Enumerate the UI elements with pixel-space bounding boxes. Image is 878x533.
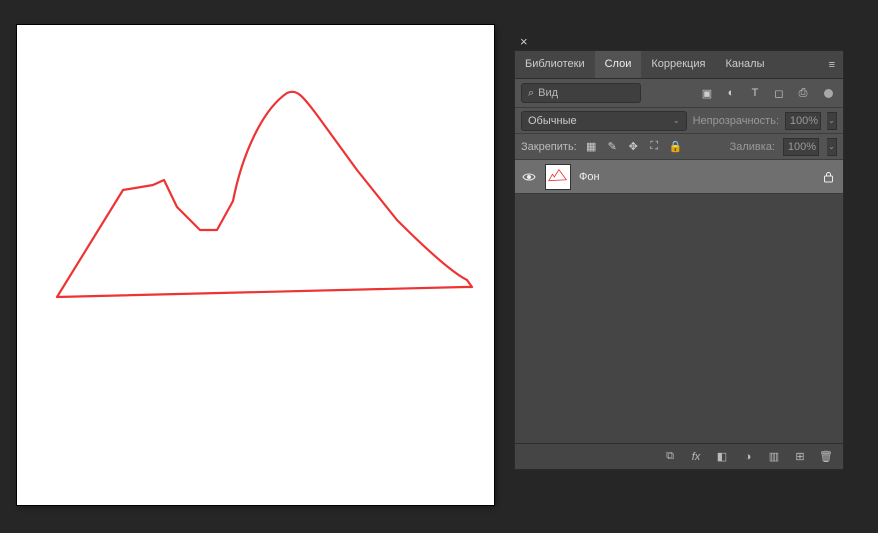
layers-panel: × Библиотеки Слои Коррекция Каналы ≡ ⌕ В… <box>514 50 844 470</box>
filter-toggle[interactable] <box>824 89 833 98</box>
panel-tabs: Библиотеки Слои Коррекция Каналы ≡ <box>515 51 843 79</box>
blend-mode-value: Обычные <box>528 115 577 127</box>
blend-mode-dropdown[interactable]: Обычные ⌄ <box>521 111 687 131</box>
opacity-value[interactable]: 100% <box>785 112 821 130</box>
layers-bottom-bar: ⧉ fx ◧ ◑ ▥ ⊞ 🗑 <box>515 443 843 469</box>
layer-thumbnail[interactable] <box>545 164 571 190</box>
filter-row: ⌕ Вид ▣ ◐ T ◻ ⎙ <box>515 79 843 108</box>
lock-label: Закрепить: <box>521 141 577 153</box>
trash-icon[interactable]: 🗑 <box>819 450 833 463</box>
filter-smart-icon[interactable]: ⎙ <box>796 87 810 100</box>
lock-icon[interactable] <box>823 171 837 183</box>
fx-icon[interactable]: fx <box>689 451 703 463</box>
document-canvas[interactable] <box>17 25 494 505</box>
filter-image-icon[interactable]: ▣ <box>700 87 714 100</box>
layer-name[interactable]: Фон <box>579 171 815 183</box>
filter-text-icon[interactable]: T <box>748 87 762 99</box>
lock-brush-icon[interactable]: ✎ <box>606 140 619 153</box>
eye-icon[interactable] <box>521 172 537 182</box>
canvas-drawing <box>17 25 494 505</box>
tab-libraries[interactable]: Библиотеки <box>515 51 595 78</box>
filter-kind-label: Вид <box>538 87 558 99</box>
group-icon[interactable]: ▥ <box>767 450 781 463</box>
filter-icons: ▣ ◐ T ◻ ⎙ <box>645 87 837 100</box>
fill-stepper[interactable]: ⌄ <box>827 138 837 156</box>
fill-value[interactable]: 100% <box>783 138 819 156</box>
tab-channels[interactable]: Каналы <box>715 51 774 78</box>
filter-adjust-icon[interactable]: ◐ <box>724 87 738 99</box>
search-icon: ⌕ <box>528 87 534 100</box>
chevron-down-icon: ⌄ <box>673 116 680 125</box>
tab-layers[interactable]: Слои <box>595 51 642 78</box>
lock-all-icon[interactable]: 🔒 <box>669 140 682 153</box>
layer-row[interactable]: Фон <box>515 160 843 194</box>
link-icon[interactable]: ⧉ <box>663 450 677 463</box>
adjustment-layer-icon[interactable]: ◑ <box>741 451 755 463</box>
filter-kind-dropdown[interactable]: ⌕ Вид <box>521 83 641 103</box>
opacity-stepper[interactable]: ⌄ <box>827 112 837 130</box>
lock-artboard-icon[interactable]: ⛶ <box>648 140 661 153</box>
opacity-label: Непрозрачность: <box>693 115 779 127</box>
mask-icon[interactable]: ◧ <box>715 450 729 463</box>
blend-opacity-row: Обычные ⌄ Непрозрачность: 100% ⌄ <box>515 108 843 134</box>
new-layer-icon[interactable]: ⊞ <box>793 450 807 463</box>
panel-menu-icon[interactable]: ≡ <box>821 51 843 78</box>
lock-pixels-icon[interactable]: ▦ <box>585 140 598 153</box>
lock-position-icon[interactable]: ✥ <box>627 140 640 153</box>
tab-adjustments[interactable]: Коррекция <box>641 51 715 78</box>
fill-label: Заливка: <box>730 141 775 153</box>
filter-shape-icon[interactable]: ◻ <box>772 87 786 100</box>
layers-list[interactable]: Фон <box>515 160 843 443</box>
close-icon[interactable]: × <box>518 33 530 50</box>
lock-fill-row: Закрепить: ▦ ✎ ✥ ⛶ 🔒 Заливка: 100% ⌄ <box>515 134 843 160</box>
